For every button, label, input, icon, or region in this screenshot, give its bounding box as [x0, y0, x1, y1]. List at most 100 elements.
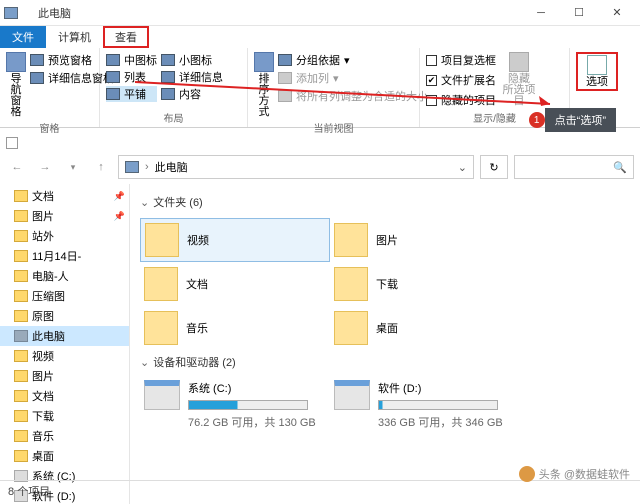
drive-icon [144, 380, 180, 410]
tree-label: 文档 [32, 388, 54, 404]
select-all-strip [0, 132, 640, 154]
fitcols-button[interactable]: 将所有列调整为合适的大小 [278, 88, 428, 104]
sort-button[interactable]: 排序方式 [254, 50, 274, 118]
sort-icon [254, 52, 274, 72]
folder-icon [334, 223, 368, 257]
groupby-button[interactable]: 分组依据 ▾ [278, 52, 428, 68]
drive-subtext: 336 GB 可用，共 346 GB [378, 414, 503, 430]
refresh-button[interactable]: ↻ [480, 155, 508, 179]
folder-tile[interactable]: 视频 [140, 218, 330, 262]
drive-tile[interactable]: 软件 (D:)336 GB 可用，共 346 GB [330, 378, 520, 432]
options-button[interactable]: 选项 [576, 52, 618, 91]
address-bar[interactable]: › 此电脑 ⌄ [118, 155, 474, 179]
folder-icon [144, 267, 178, 301]
ribbon-group-layout: 中图标 列表 平铺 小图标 详细信息 内容 布局 [100, 48, 248, 127]
folder-tile[interactable]: 音乐 [140, 306, 330, 350]
tree-label: 原图 [32, 308, 54, 324]
drive-tile[interactable]: 系统 (C:)76.2 GB 可用，共 130 GB [140, 378, 330, 432]
search-input[interactable]: 🔍 [514, 155, 634, 179]
callout-text: 点击“选项” [545, 108, 616, 132]
section-folders[interactable]: ⌄文件夹 (6) [140, 194, 630, 210]
folder-tile[interactable]: 桌面 [330, 306, 520, 350]
ribbon-group-current-view: 排序方式 分组依据 ▾ 添加列 ▾ 将所有列调整为合适的大小 当前视图 [248, 48, 420, 127]
body: 文档📌图片📌站外11月14日-电脑-人压缩图原图此电脑视频图片文档下载音乐桌面系… [0, 184, 640, 504]
folder-tile[interactable]: 下载 [330, 262, 520, 306]
menu-tabs: 文件 计算机 查看 [0, 26, 640, 48]
tree-label: 站外 [32, 228, 54, 244]
addcol-button[interactable]: 添加列 ▾ [278, 70, 428, 86]
folder-tile[interactable]: 图片 [330, 218, 520, 262]
layout-list[interactable]: 列表 [106, 69, 157, 85]
folder-icon [334, 311, 368, 345]
computer-icon [4, 7, 18, 19]
group-label-view: 当前视图 [254, 118, 413, 135]
hide-icon [509, 52, 529, 72]
up-button[interactable]: ↑ [90, 156, 112, 178]
hidden-items[interactable]: 隐藏的项目 [426, 92, 496, 108]
forward-button[interactable]: → [34, 156, 56, 178]
close-button[interactable]: ✕ [598, 0, 636, 26]
nav-tree[interactable]: 文档📌图片📌站外11月14日-电脑-人压缩图原图此电脑视频图片文档下载音乐桌面系… [0, 184, 130, 504]
tree-label: 压缩图 [32, 288, 65, 304]
breadcrumb[interactable]: 此电脑 [155, 159, 188, 175]
tree-item[interactable]: 11月14日- [0, 246, 129, 266]
layout-medium[interactable]: 中图标 [106, 52, 157, 68]
layout-tiles[interactable]: 平铺 [106, 86, 157, 102]
status-bar: 8 个项目 [0, 480, 640, 500]
layout-details[interactable]: 详细信息 [161, 69, 223, 85]
folder-label: 下载 [376, 276, 398, 292]
tab-view[interactable]: 查看 [103, 26, 149, 48]
tab-computer[interactable]: 计算机 [46, 26, 103, 48]
layout-icon [106, 71, 120, 83]
layout-content[interactable]: 内容 [161, 86, 223, 102]
folder-icon [14, 210, 28, 222]
tree-item[interactable]: 文档📌 [0, 186, 129, 206]
folder-icon [14, 250, 28, 262]
tree-item[interactable]: 此电脑 [0, 326, 129, 346]
tree-label: 此电脑 [32, 328, 65, 344]
chevron-down-icon[interactable]: ⌄ [458, 161, 467, 174]
file-extensions[interactable]: ✔文件扩展名 [426, 72, 496, 88]
tree-item[interactable]: 图片📌 [0, 206, 129, 226]
status-text: 8 个项目 [8, 483, 50, 499]
hide-selected-button[interactable]: 隐藏 所选项目 [500, 50, 538, 108]
folder-tile[interactable]: 文档 [140, 262, 330, 306]
groupby-icon [278, 54, 292, 66]
ribbon-group-panes: 导航窗格 预览窗格 详细信息窗格 窗格 [0, 48, 100, 127]
tree-item[interactable]: 音乐 [0, 426, 129, 446]
tab-file[interactable]: 文件 [0, 26, 46, 48]
computer-icon [125, 161, 139, 173]
tree-item[interactable]: 视频 [0, 346, 129, 366]
nav-bar: ← → ▾ ↑ › 此电脑 ⌄ ↻ 🔍 [0, 156, 640, 184]
nav-pane-button[interactable]: 导航窗格 [6, 50, 26, 118]
group-label-layout: 布局 [106, 108, 241, 125]
maximize-button[interactable]: ☐ [560, 0, 598, 26]
tree-item[interactable]: 电脑-人 [0, 266, 129, 286]
item-checkboxes[interactable]: 项目复选框 [426, 52, 496, 68]
layout-icon [106, 88, 120, 100]
section-drives[interactable]: ⌄设备和驱动器 (2) [140, 354, 630, 370]
tree-item[interactable]: 下载 [0, 406, 129, 426]
folder-label: 文档 [186, 276, 208, 292]
preview-icon [30, 54, 44, 66]
drive-subtext: 76.2 GB 可用，共 130 GB [188, 414, 316, 430]
back-button[interactable]: ← [6, 156, 28, 178]
tree-item[interactable]: 压缩图 [0, 286, 129, 306]
select-all-checkbox[interactable] [6, 137, 18, 149]
tree-item[interactable]: 站外 [0, 226, 129, 246]
folder-icon [14, 310, 28, 322]
minimize-button[interactable]: ─ [522, 0, 560, 26]
checkbox-icon [426, 95, 437, 106]
folder-icon [14, 330, 28, 342]
pin-icon: 📌 [114, 211, 125, 222]
nav-pane-icon [6, 52, 26, 72]
tree-item[interactable]: 桌面 [0, 446, 129, 466]
tree-item[interactable]: 原图 [0, 306, 129, 326]
tree-item[interactable]: 文档 [0, 386, 129, 406]
tree-item[interactable]: 图片 [0, 366, 129, 386]
recent-button[interactable]: ▾ [62, 156, 84, 178]
tree-label: 桌面 [32, 448, 54, 464]
layout-small[interactable]: 小图标 [161, 52, 223, 68]
watermark: 头条 @数据蛙软件 [519, 466, 630, 482]
avatar [519, 466, 535, 482]
